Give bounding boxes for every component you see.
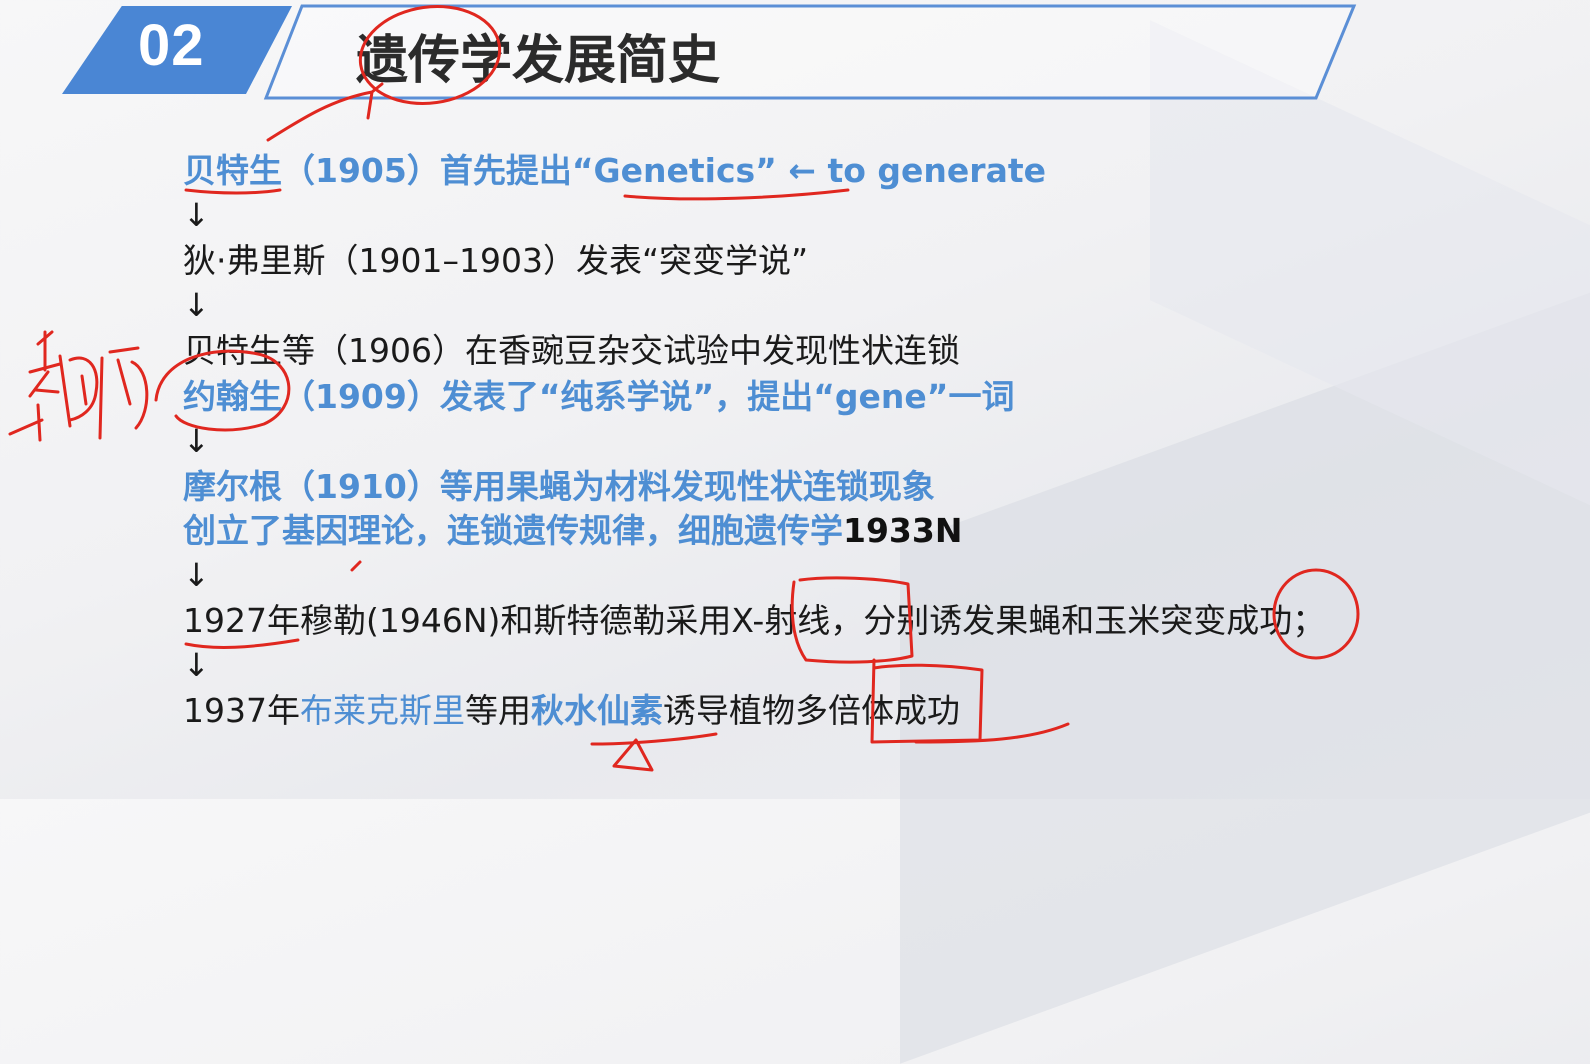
timeline-arrow: ↓ bbox=[183, 422, 210, 460]
timeline-item-bateson-linkage: 贝特生等（1906）在香豌豆杂交试验中发现性状连锁 bbox=[183, 331, 960, 370]
timeline-item-muller: 1927年穆勒(1946N)和斯特德勒采用X-射线，分别诱发果蝇和玉米突变成功； bbox=[183, 601, 1326, 640]
timeline-arrow: ↓ bbox=[183, 646, 210, 684]
polyploid-success: 诱导植物多倍体成功 bbox=[662, 691, 960, 730]
timeline-item-blakeslee: 1937年布莱克斯里等用秋水仙素诱导植物多倍体成功 bbox=[183, 688, 960, 734]
timeline-arrow: ↓ bbox=[183, 196, 210, 234]
timeline-item-bateson-genetics: 贝特生（1905）首先提出“Genetics” ← to generate bbox=[183, 151, 1046, 190]
timeline-item-morgan: 摩尔根（1910）等用果蝇为材料发现性状连锁现象 bbox=[183, 467, 935, 506]
nobel-year-1933: 1933N bbox=[843, 511, 963, 550]
line8-connector: 等用 bbox=[464, 691, 531, 730]
timeline-arrow: ↓ bbox=[183, 556, 210, 594]
timeline-item-johannsen: 约翰生（1909）发表了“纯系学说”，提出“gene”一词 bbox=[183, 377, 1015, 416]
timeline-item-de-vries: 狄·弗里斯（1901–1903）发表“突变学说” bbox=[183, 241, 809, 280]
handwritten-note-left bbox=[8, 330, 149, 442]
timeline-item-gene-theory: 创立了基因理论，连锁遗传规律，细胞遗传学1933N bbox=[183, 508, 962, 554]
timeline-arrow: ↓ bbox=[183, 286, 210, 324]
tick-mark bbox=[350, 560, 362, 572]
year-1937: 1937年 bbox=[183, 691, 300, 730]
gene-theory-text: 创立了基因理论，连锁遗传规律，细胞遗传学 bbox=[183, 511, 843, 550]
blakeslee-name: 布莱克斯里 bbox=[299, 691, 465, 730]
page-title: 遗传学发展简史 bbox=[356, 31, 721, 91]
background-shape bbox=[1150, 20, 1590, 580]
colchicine-term: 秋水仙素 bbox=[530, 691, 663, 730]
underline-colchicine bbox=[590, 732, 718, 746]
section-number: 02 bbox=[138, 13, 205, 78]
triangle-mark-colchicine bbox=[612, 738, 654, 772]
